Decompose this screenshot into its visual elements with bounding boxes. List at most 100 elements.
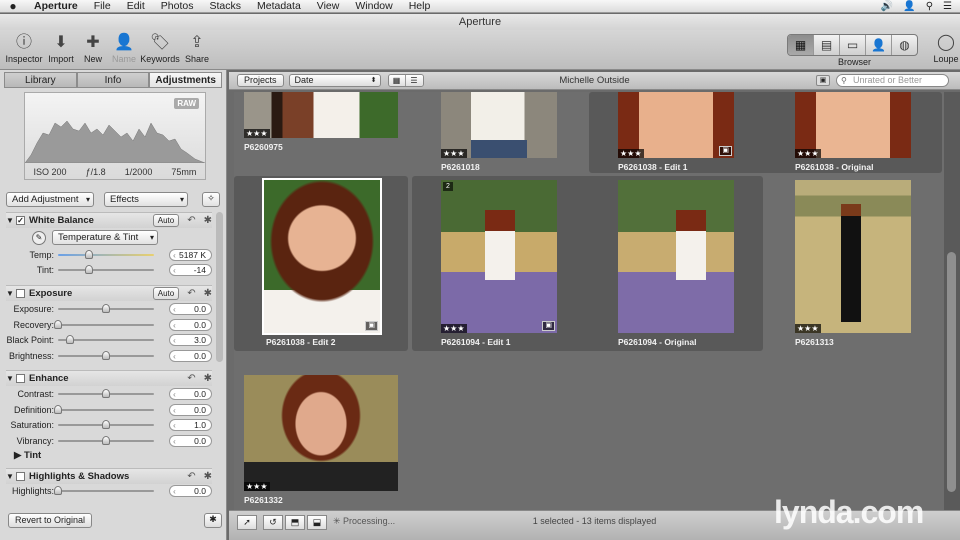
menu-photos[interactable]: Photos bbox=[153, 0, 202, 12]
disclosure-open-icon[interactable]: ▼ bbox=[6, 472, 16, 481]
white-balance-checkbox[interactable]: ✓ bbox=[16, 216, 25, 225]
panel-gear-icon[interactable]: ✱ bbox=[204, 513, 222, 528]
stack-count-badge[interactable]: 2 bbox=[443, 182, 453, 191]
slider-knob[interactable] bbox=[102, 389, 110, 398]
list-icon[interactable]: ☰ bbox=[943, 1, 952, 12]
value-field[interactable]: 3.0 bbox=[169, 334, 212, 346]
effects-popup[interactable]: Effects bbox=[104, 192, 188, 207]
photo-thumbnail[interactable]: ★★★ bbox=[244, 92, 398, 138]
magic-wand-icon[interactable]: ✧ bbox=[202, 192, 220, 207]
apple-menu-icon[interactable]: ● bbox=[0, 0, 26, 13]
gear-icon[interactable]: ✱ bbox=[204, 215, 212, 226]
exposure-header[interactable]: ▼ Exposure Auto ↶ ✱ bbox=[6, 285, 212, 301]
highlights-shadows-header[interactable]: ▼ Highlights & Shadows ↶ ✱ bbox=[6, 468, 212, 484]
value-field[interactable]: 0.0 bbox=[169, 485, 212, 497]
viewer-view-icon[interactable]: ▭ bbox=[840, 35, 866, 55]
adjustment-slider[interactable] bbox=[58, 335, 154, 344]
value-field[interactable]: 0.0 bbox=[169, 403, 212, 416]
add-adjustment-popup[interactable]: Add Adjustment bbox=[6, 192, 94, 207]
stamp-icon[interactable]: ⬓ bbox=[307, 515, 327, 530]
exposure-checkbox[interactable] bbox=[16, 289, 25, 298]
exposure-auto-button[interactable]: Auto bbox=[152, 287, 180, 300]
reset-arrow-icon[interactable]: ↶ bbox=[187, 373, 195, 384]
disclosure-open-icon[interactable]: ▼ bbox=[6, 216, 16, 225]
adjustment-slider[interactable] bbox=[58, 435, 154, 445]
adjustment-slider[interactable] bbox=[58, 304, 154, 313]
value-field[interactable]: 0.0 bbox=[169, 388, 212, 400]
grid-scrollbar-thumb[interactable] bbox=[947, 252, 956, 492]
tab-library[interactable]: Library bbox=[4, 72, 77, 88]
menu-metadata[interactable]: Metadata bbox=[249, 0, 309, 12]
tab-info[interactable]: Info bbox=[76, 72, 150, 88]
reset-arrow-icon[interactable]: ↶ bbox=[187, 215, 195, 226]
tab-adjustments[interactable]: Adjustments bbox=[149, 72, 223, 88]
photo-thumbnail[interactable]: ▣ bbox=[262, 178, 382, 335]
photo-thumbnail[interactable]: ★★★ bbox=[795, 180, 911, 333]
slider-knob[interactable] bbox=[102, 304, 110, 313]
rotate-tool-icon[interactable]: ↺ bbox=[263, 515, 283, 530]
user-icon[interactable]: 👤 bbox=[903, 1, 915, 12]
adjustment-slider[interactable] bbox=[54, 404, 154, 414]
selection-tool-icon[interactable]: ➚ bbox=[237, 515, 257, 530]
temp-slider-knob[interactable] bbox=[84, 250, 93, 259]
disclosure-open-icon[interactable]: ▼ bbox=[6, 374, 16, 383]
photo-thumbnail[interactable]: ★★★ bbox=[795, 92, 911, 158]
filter-hud-icon[interactable]: ▣ bbox=[816, 75, 830, 86]
keywords-button[interactable]: 🏷 Keywords bbox=[140, 33, 180, 64]
lift-stamp-icon[interactable]: ⬒ bbox=[285, 515, 305, 530]
adjustment-slider[interactable] bbox=[54, 319, 154, 329]
adjustment-slider[interactable] bbox=[54, 486, 154, 495]
name-button[interactable]: 👤 Name bbox=[104, 33, 144, 64]
search-field[interactable]: ⚲ Unrated or Better bbox=[836, 74, 949, 87]
slider-knob[interactable] bbox=[102, 350, 110, 360]
photo-thumbnail[interactable]: 2 ★★★ ▣ bbox=[441, 180, 557, 333]
gear-icon[interactable]: ✱ bbox=[204, 288, 212, 299]
disclosure-open-icon[interactable]: ▼ bbox=[6, 289, 16, 298]
value-field[interactable]: 0.0 bbox=[169, 434, 212, 447]
menu-view[interactable]: View bbox=[309, 0, 348, 12]
photo-thumbnail[interactable]: ★★★ bbox=[441, 92, 557, 158]
value-field[interactable]: 0.0 bbox=[169, 318, 212, 331]
reset-arrow-icon[interactable]: ↶ bbox=[187, 471, 195, 482]
highlights-shadows-checkbox[interactable] bbox=[16, 472, 25, 481]
slider-knob[interactable] bbox=[54, 404, 62, 414]
adjustment-slider[interactable] bbox=[58, 420, 154, 429]
slider-knob[interactable] bbox=[102, 435, 110, 445]
slider-knob[interactable] bbox=[102, 420, 110, 429]
adjustments-scrollbar[interactable] bbox=[216, 212, 223, 362]
white-balance-auto-button[interactable]: Auto bbox=[152, 214, 180, 227]
slider-knob[interactable] bbox=[65, 335, 74, 344]
projects-button[interactable]: Projects bbox=[237, 74, 284, 87]
grid-view-icon[interactable]: ▦ bbox=[788, 35, 814, 55]
value-field[interactable]: 0.0 bbox=[169, 349, 212, 362]
enhance-header[interactable]: ▼ Enhance ↶ ✱ bbox=[6, 370, 212, 386]
menu-window[interactable]: Window bbox=[347, 0, 400, 12]
gear-icon[interactable]: ✱ bbox=[204, 373, 212, 384]
white-balance-header[interactable]: ▼ ✓ White Balance Auto ↶ ✱ bbox=[6, 212, 212, 228]
photo-thumbnail[interactable]: ★★★ bbox=[244, 375, 398, 491]
photo-thumbnail[interactable] bbox=[618, 180, 734, 333]
inspector-button[interactable]: ⓘ Inspector bbox=[4, 33, 44, 64]
tint-subsection[interactable]: ▶ Tint bbox=[6, 448, 212, 462]
adjustment-slider[interactable] bbox=[58, 389, 154, 398]
places-globe-icon[interactable]: ◍ bbox=[892, 35, 917, 55]
tint-slider[interactable] bbox=[58, 265, 154, 274]
adjustment-slider[interactable] bbox=[58, 350, 154, 360]
menu-stacks[interactable]: Stacks bbox=[201, 0, 249, 12]
tint-slider-knob[interactable] bbox=[84, 265, 93, 274]
tint-field[interactable]: -14 bbox=[169, 264, 212, 276]
menu-help[interactable]: Help bbox=[401, 0, 439, 12]
menu-edit[interactable]: Edit bbox=[119, 0, 153, 12]
spotlight-icon[interactable]: ⚲ bbox=[926, 1, 933, 12]
enhance-checkbox[interactable] bbox=[16, 374, 25, 383]
volume-icon[interactable]: 🔊 bbox=[881, 1, 893, 12]
eyedropper-icon[interactable]: ✎ bbox=[32, 230, 46, 245]
photo-thumbnail[interactable]: ★★★ ▣ bbox=[618, 92, 734, 158]
faces-icon[interactable]: 👤 bbox=[866, 35, 892, 55]
menu-file[interactable]: File bbox=[86, 0, 119, 12]
reset-arrow-icon[interactable]: ↶ bbox=[187, 288, 195, 299]
slider-knob[interactable] bbox=[54, 319, 62, 329]
share-button[interactable]: ⇪ Share bbox=[177, 33, 217, 64]
revert-to-original-button[interactable]: Revert to Original bbox=[8, 513, 93, 528]
wb-mode-popup[interactable]: Temperature & Tint bbox=[52, 230, 158, 245]
